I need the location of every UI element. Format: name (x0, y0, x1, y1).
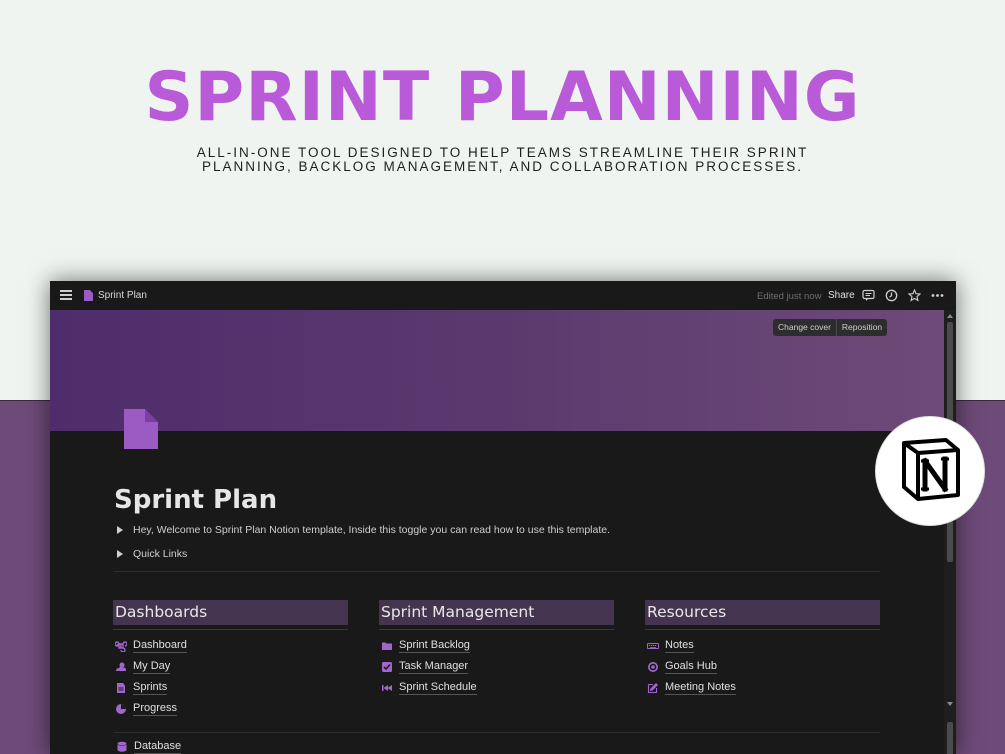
star-icon[interactable] (908, 289, 921, 302)
link-label[interactable]: Sprint Backlog (399, 639, 470, 653)
link-label[interactable]: Notes (665, 639, 694, 653)
page-cover: Change cover Reposition (50, 310, 944, 431)
cover-controls: Change cover Reposition (773, 319, 888, 336)
hero-subtitle: ALL-IN-ONE TOOL DESIGNED TO HELP TEAMS S… (0, 146, 1005, 174)
link-task-manager[interactable]: Task Manager (381, 660, 469, 674)
scroll-up-arrow-icon[interactable] (947, 314, 953, 318)
notion-logo (876, 417, 984, 525)
topbar: Sprint Plan Edited just now Share (50, 281, 956, 310)
column-dashboards: Dashboards Dashboard My Day Sprints Prog… (113, 600, 348, 716)
link-notes[interactable]: Notes (647, 639, 694, 653)
link-label[interactable]: Task Manager (399, 660, 469, 674)
toggle-arrow-icon[interactable] (117, 526, 123, 534)
share-button[interactable]: Share (828, 290, 855, 301)
notion-logo-icon (902, 438, 960, 501)
link-label[interactable]: Progress (133, 702, 178, 716)
hero-title: SPRINT PLANNING (144, 58, 861, 137)
column-header: Dashboards (113, 600, 348, 625)
column-rule (113, 629, 348, 630)
link-label[interactable]: Meeting Notes (665, 681, 736, 695)
toggle-arrow-icon[interactable] (117, 550, 123, 558)
link-label[interactable]: Database (134, 740, 182, 754)
keyboard-icon (647, 640, 659, 652)
toggle-welcome-text: Hey, Welcome to Sprint Plan Notion templ… (133, 524, 611, 536)
page-icon (84, 290, 93, 301)
link-sprint-backlog[interactable]: Sprint Backlog (381, 639, 470, 653)
page-title[interactable]: Sprint Plan (114, 485, 277, 515)
column-sprint-management: Sprint Management Sprint Backlog Task Ma… (379, 600, 614, 695)
pie-chart-icon (115, 703, 127, 715)
document-icon (115, 682, 127, 694)
hero-subtitle-line-2: PLANNING, BACKLOG MANAGEMENT, AND COLLAB… (201, 159, 804, 174)
column-resources: Resources Notes Goals Hub Meeting Notes (645, 600, 880, 695)
reposition-button[interactable]: Reposition (835, 319, 887, 336)
breadcrumb[interactable]: Sprint Plan (98, 290, 147, 301)
link-my-day[interactable]: My Day (115, 660, 171, 674)
column-rule (379, 629, 614, 630)
change-cover-button[interactable]: Change cover (773, 319, 836, 336)
clock-icon[interactable] (885, 289, 898, 302)
edited-status: Edited just now (757, 291, 822, 302)
link-label[interactable]: Dashboard (133, 639, 187, 653)
link-dashboard[interactable]: Dashboard (115, 639, 187, 653)
link-label[interactable]: Goals Hub (665, 660, 717, 674)
link-sprints[interactable]: Sprints (115, 681, 168, 695)
more-icon[interactable] (931, 289, 944, 302)
link-label[interactable]: My Day (133, 660, 171, 674)
menu-icon[interactable] (60, 290, 72, 300)
link-sprint-schedule[interactable]: Sprint Schedule (381, 681, 477, 695)
checkbox-icon (381, 661, 393, 673)
link-meeting-notes[interactable]: Meeting Notes (647, 681, 736, 695)
column-header: Sprint Management (379, 600, 614, 625)
divider (114, 571, 880, 572)
toggle-quick-links-text: Quick Links (133, 548, 188, 560)
folder-icon (381, 640, 393, 652)
column-rule (645, 629, 880, 630)
notion-window: Sprint Plan Edited just now Share Change… (50, 281, 956, 754)
hero-subtitle-line-1: ALL-IN-ONE TOOL DESIGNED TO HELP TEAMS S… (196, 145, 809, 160)
scroll-thumb-lower[interactable] (947, 722, 953, 754)
edit-icon (647, 682, 659, 694)
sun-cloud-icon (115, 661, 127, 673)
database-icon (116, 741, 128, 753)
toggle-quick-links[interactable]: Quick Links (117, 548, 187, 560)
scrollbar[interactable] (944, 310, 956, 754)
target-icon (647, 661, 659, 673)
comment-icon[interactable] (862, 289, 875, 302)
link-goals-hub[interactable]: Goals Hub (647, 660, 717, 674)
link-database[interactable]: Database (116, 740, 182, 754)
link-progress[interactable]: Progress (115, 702, 178, 716)
link-label[interactable]: Sprints (133, 681, 168, 695)
column-header: Resources (645, 600, 880, 625)
command-icon (115, 640, 127, 652)
toggle-welcome[interactable]: Hey, Welcome to Sprint Plan Notion templ… (117, 524, 610, 536)
divider (114, 732, 880, 733)
scroll-down-arrow-icon[interactable] (947, 702, 953, 706)
link-label[interactable]: Sprint Schedule (399, 681, 477, 695)
rewind-icon (381, 682, 393, 694)
